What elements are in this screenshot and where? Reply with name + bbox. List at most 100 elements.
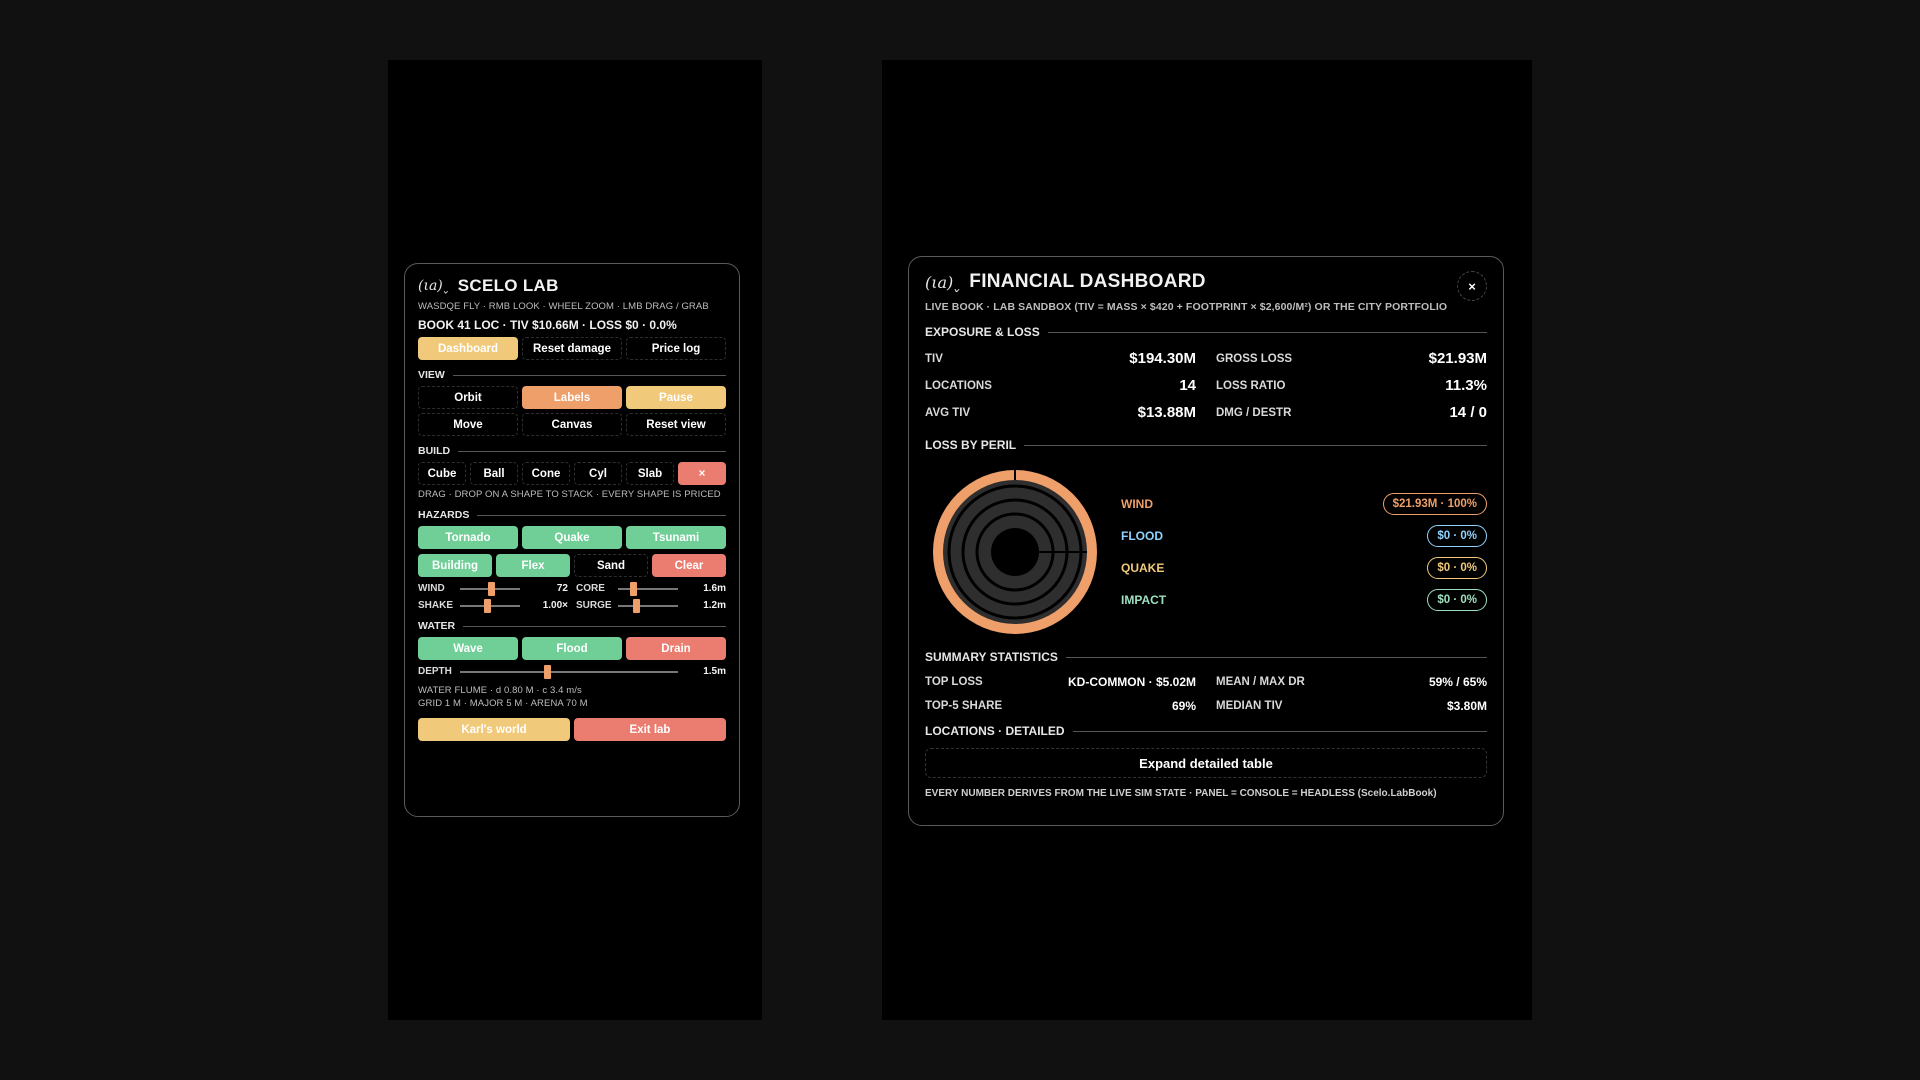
build-section-header: BUILD xyxy=(418,445,726,457)
orbit-button[interactable]: Orbit xyxy=(418,386,518,409)
view-section-header: VIEW xyxy=(418,369,726,381)
wave-button[interactable]: Wave xyxy=(418,637,518,660)
shake-label: SHAKE xyxy=(418,600,454,611)
karls-world-button[interactable]: Karl's world xyxy=(418,718,570,741)
clear-button[interactable]: Clear xyxy=(652,554,726,577)
depth-label: DEPTH xyxy=(418,666,452,677)
stat-label: TIV xyxy=(925,352,943,365)
slider-thumb[interactable] xyxy=(630,581,637,596)
drain-button[interactable]: Drain xyxy=(626,637,726,660)
logo-icon: (ιa)˯ xyxy=(418,278,450,294)
sand-button[interactable]: Sand xyxy=(574,554,648,577)
delete-shape-button[interactable]: × xyxy=(678,462,726,485)
divider xyxy=(477,514,726,516)
stat-avg-tiv: AVG TIV $13.88M xyxy=(925,399,1196,426)
tsunami-button[interactable]: Tsunami xyxy=(626,526,726,549)
stat-value: 14 xyxy=(1179,377,1196,394)
hazards-section-header: HAZARDS xyxy=(418,509,726,521)
move-button[interactable]: Move xyxy=(418,413,518,436)
slider-track[interactable] xyxy=(460,598,520,613)
peril-legend: WIND $21.93M · 100% FLOOD $0 · 0% QUAKE … xyxy=(1121,488,1487,616)
stat-locations: LOCATIONS 14 xyxy=(925,372,1196,399)
stat-label: MEDIAN TIV xyxy=(1216,700,1283,712)
lab-title: SCELO LAB xyxy=(457,276,559,295)
reset-damage-button[interactable]: Reset damage xyxy=(522,337,622,360)
divider xyxy=(1047,331,1487,333)
stat-dmg-destr: DMG / DESTR 14 / 0 xyxy=(1216,399,1487,426)
core-label: CORE xyxy=(576,583,605,594)
depth-value: 1.5m xyxy=(703,666,726,677)
stat-median-tiv: MEDIAN TIV $3.80M xyxy=(1216,694,1487,718)
stat-label: LOCATIONS xyxy=(925,379,992,392)
surge-label: SURGE xyxy=(576,600,612,611)
cyl-button[interactable]: Cyl xyxy=(574,462,622,485)
build-hint: DRAG · DROP ON A SHAPE TO STACK · EVERY … xyxy=(418,489,721,500)
stat-label: AVG TIV xyxy=(925,406,971,419)
stat-label: DMG / DESTR xyxy=(1216,406,1292,419)
flood-button[interactable]: Flood xyxy=(522,637,622,660)
slider-track[interactable] xyxy=(618,581,678,596)
wind-value: 72 xyxy=(556,583,568,594)
dashboard-title: FINANCIAL DASHBOARD xyxy=(969,271,1206,292)
summary-heading: SUMMARY STATISTICS xyxy=(925,650,1058,664)
surge-value: 1.2m xyxy=(703,600,726,611)
stat-label: TOP-5 SHARE xyxy=(925,700,1003,712)
stat-value: 59% / 65% xyxy=(1428,675,1487,689)
peril-wind: WIND $21.93M · 100% xyxy=(1121,488,1487,520)
cone-button[interactable]: Cone xyxy=(522,462,570,485)
scelo-lab-panel: (ιa)˯ SCELO LAB WASDQE FLY · RMB LOOK · … xyxy=(404,263,740,817)
core-slider[interactable]: CORE 1.6m xyxy=(576,581,726,596)
peril-pill: $21.93M · 100% xyxy=(1382,493,1487,515)
book-summary: BOOK 41 LOC · TIV $10.66M · LOSS $0 · 0.… xyxy=(418,318,677,332)
controls-hint: WASDQE FLY · RMB LOOK · WHEEL ZOOM · LMB… xyxy=(418,301,709,312)
shake-slider[interactable]: SHAKE 1.00× xyxy=(418,598,568,613)
slider-thumb[interactable] xyxy=(484,598,491,613)
stat-value: 11.3% xyxy=(1445,377,1487,394)
exit-lab-button[interactable]: Exit lab xyxy=(574,718,726,741)
stat-value: 14 / 0 xyxy=(1449,404,1487,421)
pause-button[interactable]: Pause xyxy=(626,386,726,409)
flex-button[interactable]: Flex xyxy=(496,554,570,577)
canvas-button[interactable]: Canvas xyxy=(522,413,622,436)
slider-track[interactable] xyxy=(618,598,678,613)
reset-view-button[interactable]: Reset view xyxy=(626,413,726,436)
stat-label: LOSS RATIO xyxy=(1216,379,1286,392)
divider xyxy=(1072,730,1487,732)
slider-track[interactable] xyxy=(460,664,678,679)
expand-table-button[interactable]: Expand detailed table xyxy=(925,748,1487,778)
view-heading: VIEW xyxy=(418,369,445,381)
depth-slider[interactable]: DEPTH 1.5m xyxy=(418,664,726,679)
locations-heading: LOCATIONS · DETAILED xyxy=(925,724,1065,738)
core-value: 1.6m xyxy=(703,583,726,594)
tornado-button[interactable]: Tornado xyxy=(418,526,518,549)
building-button[interactable]: Building xyxy=(418,554,492,577)
peril-name: IMPACT xyxy=(1121,593,1167,607)
peril-pill: $0 · 0% xyxy=(1427,525,1487,547)
slider-track[interactable] xyxy=(460,581,520,596)
stat-mean-max-dr: MEAN / MAX DR 59% / 65% xyxy=(1216,670,1487,694)
surge-slider[interactable]: SURGE 1.2m xyxy=(576,598,726,613)
stat-label: GROSS LOSS xyxy=(1216,352,1293,365)
slider-thumb[interactable] xyxy=(488,581,496,596)
quake-button[interactable]: Quake xyxy=(522,526,622,549)
peril-heading: LOSS BY PERIL xyxy=(925,438,1017,452)
dashboard-button[interactable]: Dashboard xyxy=(418,337,518,360)
ball-button[interactable]: Ball xyxy=(470,462,518,485)
peril-name: FLOOD xyxy=(1121,529,1163,543)
labels-button[interactable]: Labels xyxy=(522,386,622,409)
peril-flood: FLOOD $0 · 0% xyxy=(1121,520,1487,552)
wind-label: WIND xyxy=(418,583,445,594)
water-section-header: WATER xyxy=(418,620,726,632)
wind-slider[interactable]: WIND 72 xyxy=(418,581,568,596)
price-log-button[interactable]: Price log xyxy=(626,337,726,360)
divider xyxy=(1065,656,1487,658)
stat-loss-ratio: LOSS RATIO 11.3% xyxy=(1216,372,1487,399)
cube-button[interactable]: Cube xyxy=(418,462,466,485)
close-button[interactable]: × xyxy=(1457,271,1487,301)
slab-button[interactable]: Slab xyxy=(626,462,674,485)
exposure-grid: TIV $194.30M GROSS LOSS $21.93M LOCATIONS 1… xyxy=(925,345,1487,426)
peril-section-header: LOSS BY PERIL xyxy=(925,438,1487,452)
slider-thumb[interactable] xyxy=(633,598,640,613)
slider-thumb[interactable] xyxy=(544,664,552,679)
financial-dashboard-panel: (ιa)˯ FINANCIAL DASHBOARD × LIVE BOOK · … xyxy=(908,256,1504,826)
